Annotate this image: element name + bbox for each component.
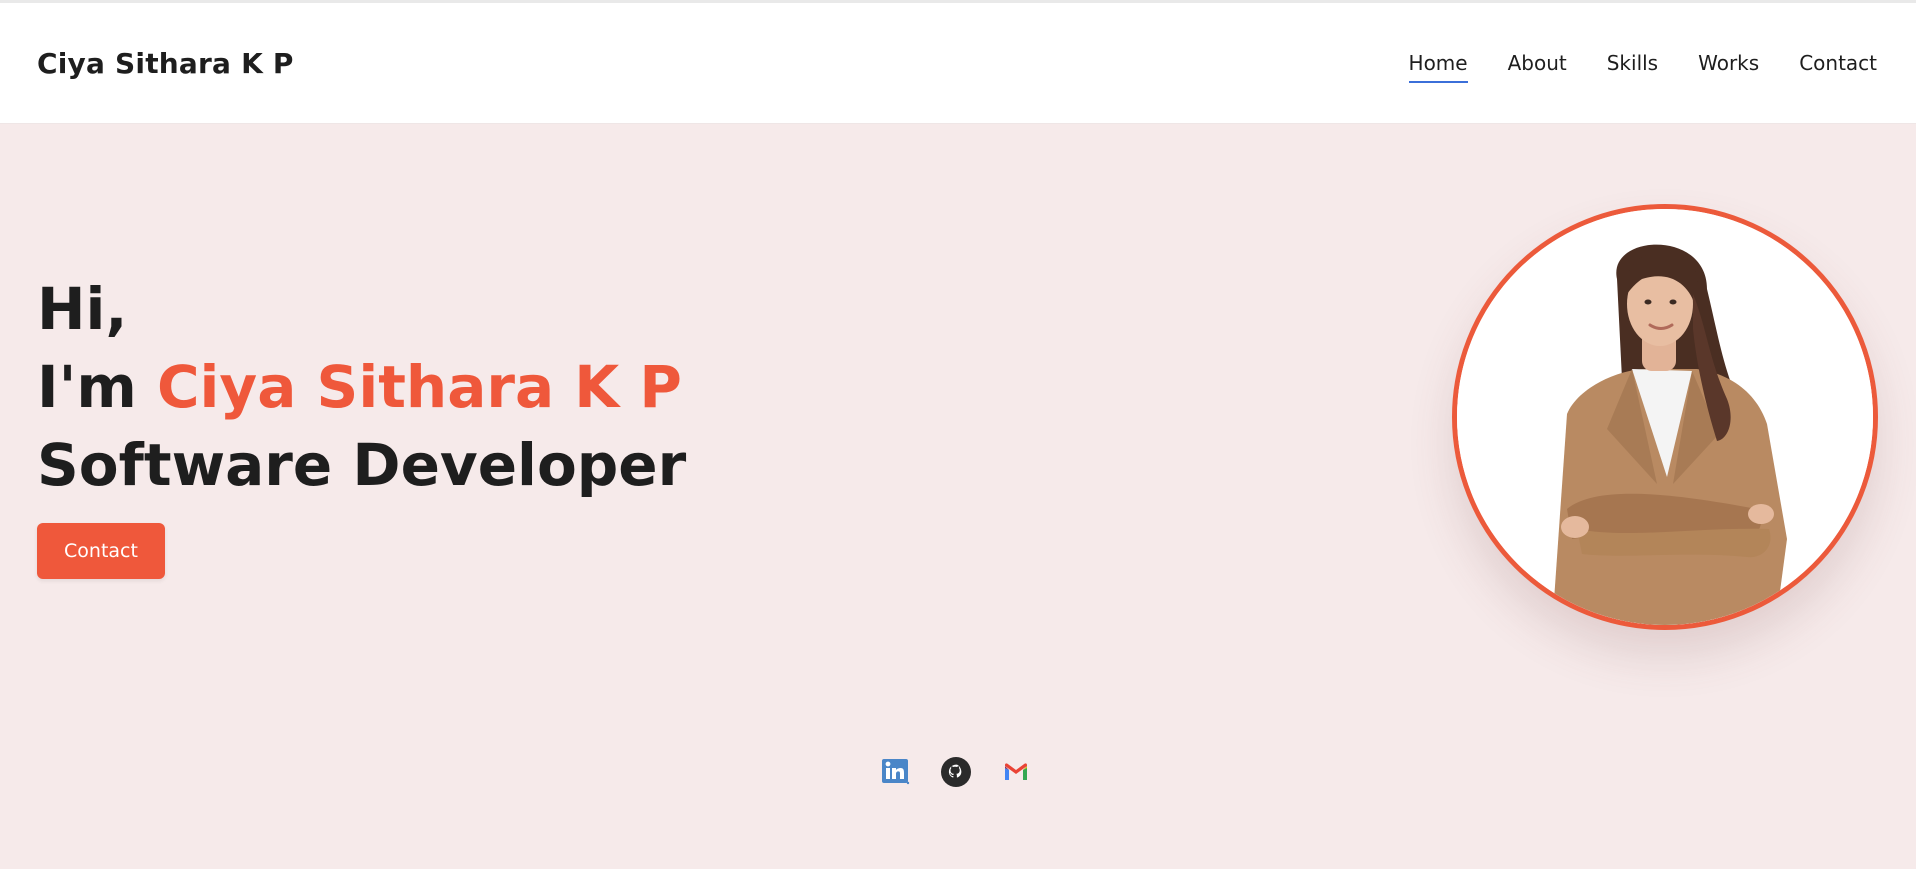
brand-logo[interactable]: Ciya Sithara K P — [37, 47, 294, 80]
hero-section: Hi, I'm Ciya Sithara K P Software Develo… — [0, 124, 1916, 869]
nav-works[interactable]: Works — [1698, 51, 1759, 83]
contact-button[interactable]: Contact — [37, 523, 165, 579]
hero-name: Ciya Sithara K P — [156, 353, 682, 421]
site-header: Ciya Sithara K P Home About Skills Works… — [0, 3, 1916, 124]
main-nav: Home About Skills Works Contact — [1408, 51, 1877, 83]
hero-heading: Hi, I'm Ciya Sithara K P Software Develo… — [37, 270, 686, 504]
hero-intro-line: I'm Ciya Sithara K P — [37, 348, 686, 426]
nav-home[interactable]: Home — [1408, 51, 1468, 83]
nav-about[interactable]: About — [1508, 51, 1567, 83]
nav-skills[interactable]: Skills — [1607, 51, 1658, 83]
linkedin-icon[interactable] — [880, 756, 912, 788]
social-links — [880, 756, 1032, 788]
gmail-icon[interactable] — [1000, 756, 1032, 788]
hero-greeting: Hi, — [37, 275, 128, 343]
github-icon[interactable] — [940, 756, 972, 788]
nav-contact[interactable]: Contact — [1799, 51, 1877, 83]
profile-photo-illustration — [1457, 209, 1873, 625]
hero-intro: I'm — [37, 353, 157, 421]
hero-role: Software Developer — [37, 431, 687, 499]
profile-photo — [1452, 204, 1878, 630]
